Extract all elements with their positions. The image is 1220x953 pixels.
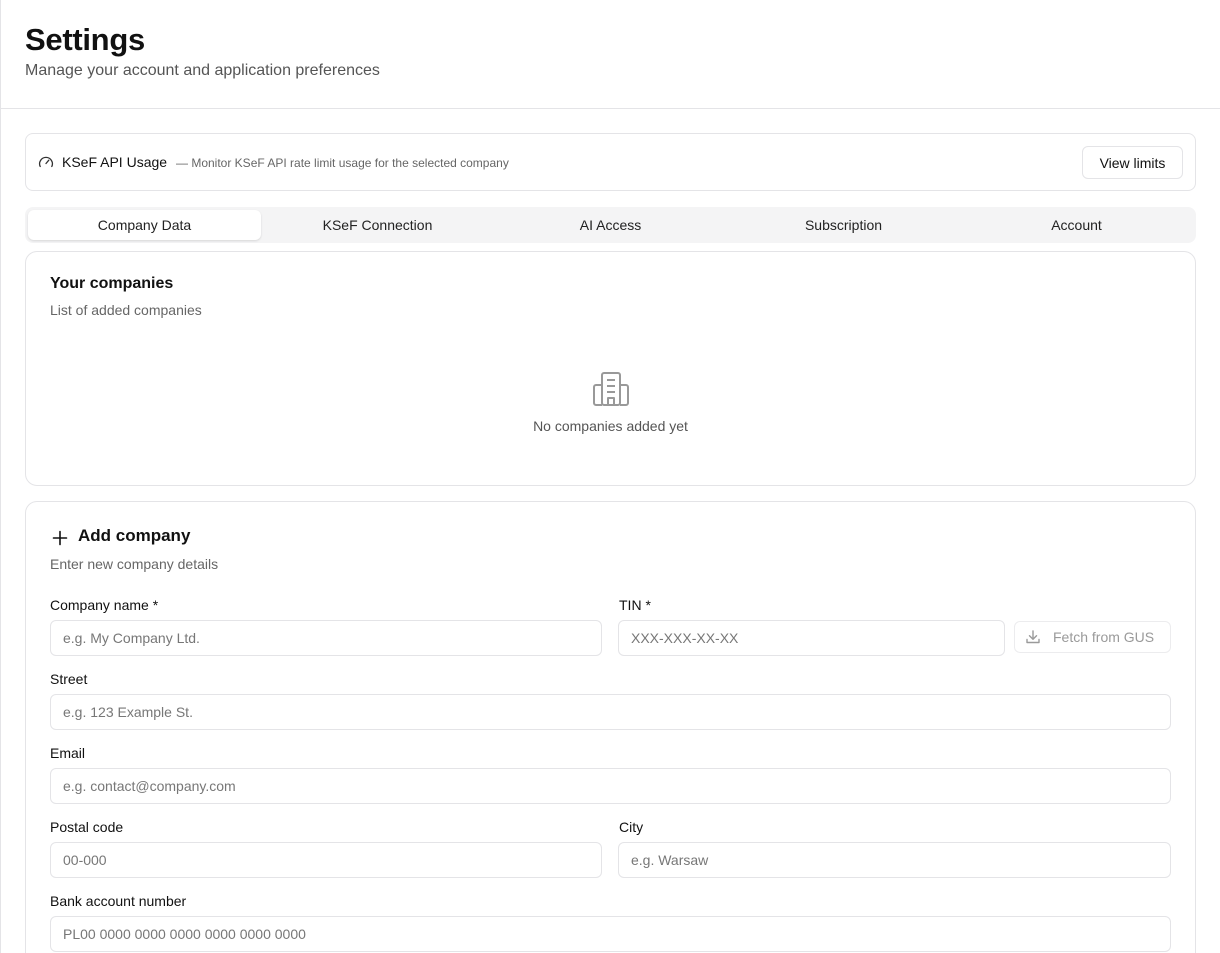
page-subtitle: Manage your account and application pref… [25,62,380,79]
city-input[interactable] [618,842,1171,878]
postal-code-label: Postal code [50,819,124,835]
add-company-title: Add company [78,526,191,545]
fetch-from-gus-label: Fetch from GUS [1053,629,1155,645]
company-name-label: Company name * [50,597,159,613]
empty-state-text: No companies added yet [533,418,688,434]
add-company-subtitle: Enter new company details [50,556,219,572]
tin-input[interactable] [618,620,1005,656]
usage-description: — Monitor KSeF API rate limit usage for … [176,156,509,170]
email-input[interactable] [50,768,1171,804]
page-header: Settings Manage your account and applica… [0,0,1220,109]
companies-card: Your companies List of added companies N… [25,251,1196,486]
email-label: Email [50,745,86,761]
usage-title: KSeF API Usage [62,154,168,170]
tab-company-data[interactable]: Company Data [28,210,261,240]
page-title: Settings [25,22,145,57]
add-company-card: Add company Enter new company details Co… [25,501,1196,953]
company-name-input[interactable] [50,620,602,656]
view-limits-button[interactable]: View limits [1082,146,1183,179]
fetch-from-gus-button[interactable]: Fetch from GUS [1014,621,1171,653]
street-label: Street [50,671,88,687]
street-input[interactable] [50,694,1171,730]
ksef-api-usage-card: KSeF API Usage — Monitor KSeF API rate l… [25,133,1196,191]
bank-account-label: Bank account number [50,893,187,909]
gauge-icon [39,156,53,168]
tab-subscription[interactable]: Subscription [727,210,960,240]
bank-account-input[interactable] [50,916,1171,952]
settings-tabs: Company Data KSeF Connection AI Access S… [25,207,1196,243]
postal-code-input[interactable] [50,842,602,878]
left-border [0,0,1,953]
download-icon [1026,630,1040,644]
tab-ai-access[interactable]: AI Access [494,210,727,240]
companies-title: Your companies [50,275,174,292]
city-label: City [619,819,644,835]
tin-label: TIN * [619,597,651,613]
plus-icon [52,530,68,546]
tab-ksef-connection[interactable]: KSeF Connection [261,210,494,240]
tab-account[interactable]: Account [960,210,1193,240]
companies-subtitle: List of added companies [50,302,202,318]
building-icon [593,372,629,406]
